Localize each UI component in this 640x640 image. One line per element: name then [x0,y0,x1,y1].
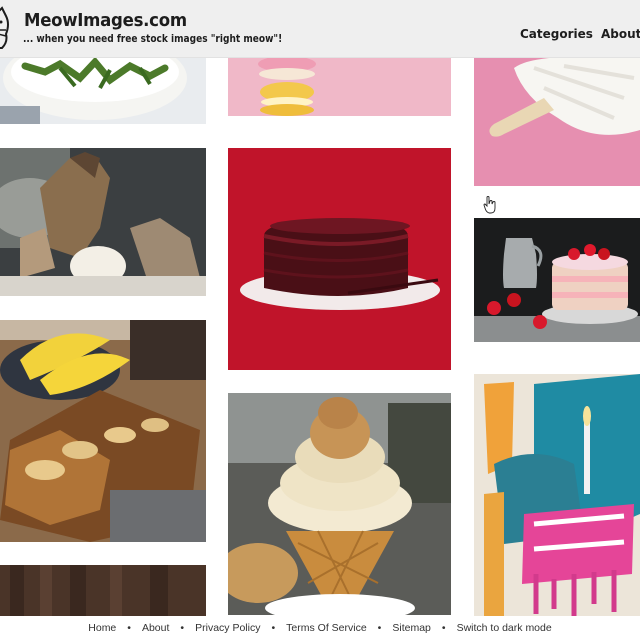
gallery-image-banana-bread[interactable] [0,320,206,542]
abstract-cake-image [474,374,640,616]
site-tagline: ... when you need free stock images "rig… [23,33,283,45]
cannabis-cake-image [0,58,206,124]
ice-cream-image [228,393,451,615]
banana-bread-image [0,320,206,542]
gallery-image-strawberry-cake[interactable] [474,218,640,342]
footer-link-home[interactable]: Home [88,622,116,634]
nav-about[interactable]: About [601,27,640,41]
gallery-image-coconut-popsicle[interactable] [474,58,640,186]
footer-separator: • [127,622,131,634]
page: MeowImages.com ... when you need free st… [0,0,640,640]
gallery-image-ice-cream[interactable] [228,393,451,615]
footer-link-terms-of-service[interactable]: Terms Of Service [286,622,367,634]
hand-cursor-icon [483,196,496,214]
macarons-image [228,58,451,116]
cat-logo-icon[interactable] [0,4,16,52]
site-header: MeowImages.com ... when you need free st… [0,0,640,58]
strawberry-cake-image [474,218,640,342]
site-title[interactable]: MeowImages.com [24,10,187,31]
footer-link-dark-mode[interactable]: Switch to dark mode [457,622,552,634]
footer-link-about[interactable]: About [142,622,169,634]
nav-categories[interactable]: Categories [520,27,593,41]
gallery-image-macarons[interactable] [228,58,451,116]
footer-separator: • [271,622,276,634]
footer-separator: • [180,622,185,634]
gallery-image-abstract-cake[interactable] [474,374,640,616]
gallery-image-sculpture[interactable] [0,148,206,296]
footer-separator: • [377,622,382,634]
footer-link-privacy-policy[interactable]: Privacy Policy [195,622,260,634]
coconut-popsicle-image [474,58,640,186]
site-footer: Home • About • Privacy Policy • Terms Of… [0,616,640,640]
gallery-image-cannabis-cake[interactable] [0,58,206,124]
sculpture-image [0,148,206,296]
footer-link-sitemap[interactable]: Sitemap [392,622,431,634]
red-cake-image [228,148,451,370]
gallery-image-red-cake[interactable] [228,148,451,370]
footer-separator: • [441,622,446,634]
